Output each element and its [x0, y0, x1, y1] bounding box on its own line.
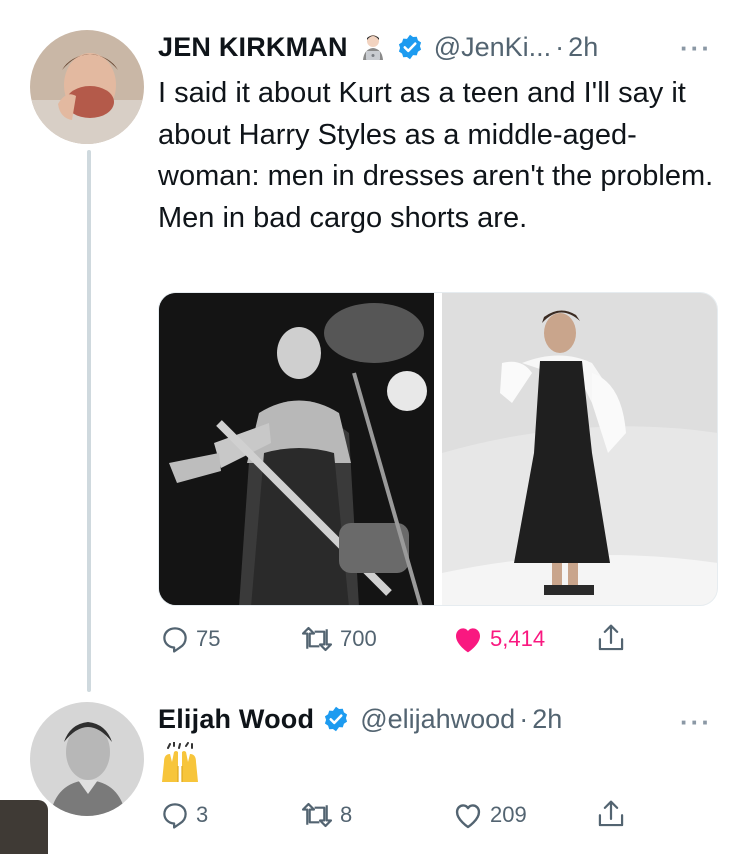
more-icon[interactable]: ···: [680, 709, 712, 735]
media-image-concert[interactable]: [159, 293, 434, 605]
reply-count: 3: [196, 802, 209, 827]
like-button[interactable]: 209: [452, 800, 527, 830]
like-count: 5,414: [490, 626, 546, 651]
more-icon[interactable]: ···: [680, 35, 712, 61]
verified-badge-icon: [322, 705, 350, 733]
retweet-icon: [301, 802, 333, 828]
corner-overlay: [0, 800, 48, 854]
reply-icon: [163, 627, 187, 653]
retweet-button[interactable]: 8: [300, 800, 352, 830]
share-icon: [598, 624, 624, 651]
media-grid[interactable]: [158, 292, 718, 606]
display-name[interactable]: JEN KIRKMAN: [158, 30, 348, 64]
raising-hands-emoji-icon: [158, 741, 202, 787]
user-handle[interactable]: @elijahwood: [360, 702, 515, 736]
like-button[interactable]: 5,414: [452, 624, 545, 654]
like-icon: [456, 628, 480, 653]
person-laptop-emoji-icon: [358, 32, 388, 62]
reply-icon: [163, 803, 187, 829]
timestamp[interactable]: 2h: [532, 702, 562, 736]
tweet-text: I said it about Kurt as a teen and I'll …: [158, 77, 714, 234]
separator-dot: ·: [555, 32, 565, 62]
avatar[interactable]: [30, 30, 144, 144]
like-icon: [455, 804, 481, 829]
like-count: 209: [490, 802, 527, 827]
media-image-dress[interactable]: [442, 293, 717, 605]
timestamp[interactable]: 2h: [568, 30, 598, 64]
reply-button[interactable]: 3: [160, 800, 208, 830]
thread-connector-line: [87, 150, 91, 692]
retweet-count: 700: [340, 626, 377, 651]
reply-button[interactable]: 75: [160, 624, 220, 654]
retweet-icon: [301, 626, 333, 652]
share-button[interactable]: [596, 622, 626, 654]
reply-count: 75: [196, 626, 221, 651]
avatar[interactable]: [30, 702, 144, 816]
separator-dot: ·: [519, 704, 529, 734]
retweet-count: 8: [340, 802, 353, 827]
retweet-button[interactable]: 700: [300, 624, 377, 654]
user-handle[interactable]: @JenKi...: [434, 30, 551, 64]
share-button[interactable]: [596, 798, 626, 830]
display-name[interactable]: Elijah Wood: [158, 702, 314, 736]
verified-badge-icon: [396, 33, 424, 61]
share-icon: [598, 800, 624, 827]
